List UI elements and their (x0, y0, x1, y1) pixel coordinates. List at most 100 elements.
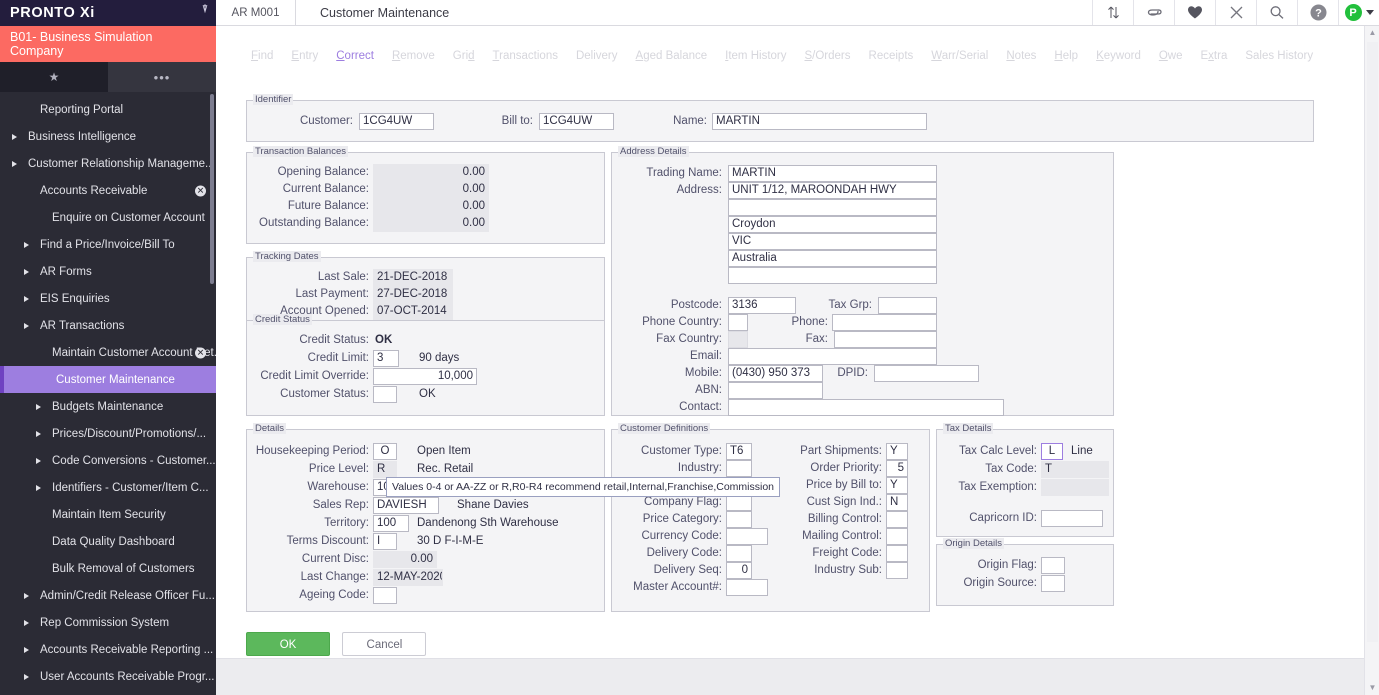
menu-keyword[interactable]: Keyword (1087, 50, 1150, 62)
menu-item-history[interactable]: Item History (716, 50, 795, 62)
origin-flag-input[interactable] (1041, 557, 1065, 574)
customer-status-input[interactable] (373, 386, 397, 403)
menu-find[interactable]: Find (242, 50, 282, 62)
cust-def-input[interactable] (886, 528, 908, 545)
sidebar-item-business-intelligence[interactable]: Business Intelligence (0, 123, 216, 150)
user-menu[interactable]: P (1338, 0, 1379, 25)
credit-limit-override-input[interactable]: 10,000 (373, 368, 477, 385)
sales-rep-input[interactable]: DAVIESH (373, 497, 439, 514)
cust-def-input[interactable] (726, 511, 752, 528)
sidebar-item-customer-relationship-manageme[interactable]: Customer Relationship Manageme... (0, 150, 216, 177)
sidebar-item-maintain-customer-account-det[interactable]: Maintain Customer Account Det... ✕ (0, 339, 216, 366)
cust-def-input[interactable]: T6 (726, 443, 752, 460)
cust-def-input[interactable]: N (886, 494, 908, 511)
name-input[interactable]: MARTIN (712, 113, 927, 130)
close-icon[interactable] (1215, 0, 1256, 25)
taxgrp-input[interactable] (878, 297, 937, 314)
menu-sales-history[interactable]: Sales History (1236, 50, 1322, 62)
menu-aged-balance[interactable]: Aged Balance (627, 50, 717, 62)
territory-input[interactable]: 100 (373, 515, 409, 532)
help-icon[interactable]: ? (1297, 0, 1338, 25)
sidebar-item-bulk-removal-of-customers[interactable]: Bulk Removal of Customers (0, 555, 216, 582)
sidebar-item-eis-enquiries[interactable]: EIS Enquiries (0, 285, 216, 312)
tab-more[interactable]: ••• (108, 62, 216, 92)
phone-country-input[interactable] (728, 314, 748, 331)
cust-def-input[interactable] (726, 545, 752, 562)
cancel-button[interactable]: Cancel (342, 632, 427, 656)
terms-discount-input[interactable]: I (373, 533, 397, 550)
fax-input[interactable] (834, 331, 937, 348)
cust-def-input[interactable] (886, 545, 908, 562)
menu-delivery[interactable]: Delivery (567, 50, 627, 62)
sidebar-item-prices-discount-promotions[interactable]: Prices/Discount/Promotions/... (0, 420, 216, 447)
dpid-input[interactable] (874, 365, 979, 382)
page-scrollbar[interactable]: ▲ ▼ (1364, 26, 1379, 695)
cust-def-input[interactable] (726, 579, 768, 596)
trading-name-input[interactable]: MARTIN (728, 165, 937, 182)
contact-input[interactable] (728, 399, 1004, 416)
scrollbar-thumb[interactable] (1367, 42, 1378, 642)
phone-input[interactable] (832, 314, 937, 331)
cust-def-input[interactable] (886, 511, 908, 528)
scroll-down-icon[interactable]: ▼ (1365, 681, 1379, 695)
address-line-input[interactable]: UNIT 1/12, MAROONDAH HWY (728, 182, 937, 199)
sidebar-item-user-accounts-receivable-progr[interactable]: User Accounts Receivable Progr... (0, 663, 216, 690)
billto-input[interactable]: 1CG4UW (539, 113, 614, 130)
address-line-input[interactable] (728, 199, 937, 216)
sidebar-item-code-conversions-customer[interactable]: Code Conversions - Customer... (0, 447, 216, 474)
menu-owe[interactable]: Owe (1150, 50, 1192, 62)
sidebar-item-data-quality-dashboard[interactable]: Data Quality Dashboard (0, 528, 216, 555)
cust-def-input[interactable] (726, 528, 768, 545)
sidebar-item-reporting-portal[interactable]: Reporting Portal (0, 96, 216, 123)
address-line-input[interactable]: Australia (728, 250, 937, 267)
sidebar-item-customer-maintenance[interactable]: Customer Maintenance (0, 366, 216, 393)
sidebar-item-admin-credit-release-officer-fu[interactable]: Admin/Credit Release Officer Fu... (0, 582, 216, 609)
housekeeping-input[interactable]: O (373, 443, 397, 460)
address-line-input[interactable]: Croydon (728, 216, 937, 233)
capricorn-id-input[interactable] (1041, 510, 1103, 527)
menu-extra[interactable]: Extra (1192, 50, 1237, 62)
cust-def-input[interactable]: Y (886, 477, 908, 494)
menu-warr-serial[interactable]: Warr/Serial (922, 50, 997, 62)
postcode-input[interactable]: 3136 (728, 297, 796, 314)
sidebar-item-ar-transactions[interactable]: AR Transactions (0, 312, 216, 339)
scroll-up-icon[interactable]: ▲ (1365, 26, 1379, 40)
sidebar-item-rep-commission-system[interactable]: Rep Commission System (0, 609, 216, 636)
cust-def-input[interactable] (886, 562, 908, 579)
sidebar-item-accounts-receivable-reporting[interactable]: Accounts Receivable Reporting ... (0, 636, 216, 663)
sidebar-item-identifiers-customer-item-c[interactable]: Identifiers - Customer/Item C... (0, 474, 216, 501)
abn-input[interactable] (728, 382, 823, 399)
search-icon[interactable] (1256, 0, 1297, 25)
pin-icon[interactable]: ⍒ (202, 4, 208, 15)
sidebar-item-find-a-price-invoice-bill-to[interactable]: Find a Price/Invoice/Bill To (0, 231, 216, 258)
sidebar-scrollbar-thumb[interactable] (210, 94, 214, 284)
menu-remove[interactable]: Remove (383, 50, 444, 62)
menu-entry[interactable]: Entry (282, 50, 327, 62)
sidebar-item-budgets-maintenance[interactable]: Budgets Maintenance (0, 393, 216, 420)
tax-calc-level-input[interactable]: L (1041, 443, 1063, 460)
cust-def-input[interactable] (726, 460, 752, 477)
credit-limit-input[interactable]: 3 (373, 350, 399, 367)
menu-correct[interactable]: Correct (327, 50, 383, 62)
cust-def-input[interactable]: Y (886, 443, 908, 460)
tab-favorites[interactable]: ★ (0, 62, 108, 92)
sidebar-item-enquire-on-customer-account[interactable]: Enquire on Customer Account (0, 204, 216, 231)
origin-source-input[interactable] (1041, 575, 1065, 592)
address-line-input[interactable] (728, 267, 937, 284)
ok-button[interactable]: OK (246, 632, 330, 656)
email-input[interactable] (728, 348, 937, 365)
cust-def-input[interactable]: 0 (726, 562, 752, 579)
menu-receipts[interactable]: Receipts (860, 50, 923, 62)
menu-s-orders[interactable]: S/Orders (796, 50, 860, 62)
address-line-input[interactable]: VIC (728, 233, 937, 250)
mobile-input[interactable]: (0430) 950 373 (728, 365, 823, 382)
sidebar-item-maintain-item-security[interactable]: Maintain Item Security (0, 501, 216, 528)
sort-icon[interactable] (1092, 0, 1133, 25)
favorite-icon[interactable] (1174, 0, 1215, 25)
menu-transactions[interactable]: Transactions (484, 50, 567, 62)
collapse-icon[interactable]: ✕ (195, 185, 206, 196)
menu-grid[interactable]: Grid (444, 50, 484, 62)
menu-notes[interactable]: Notes (997, 50, 1045, 62)
cust-def-input[interactable]: 5 (886, 460, 908, 477)
attachment-icon[interactable] (1133, 0, 1174, 25)
